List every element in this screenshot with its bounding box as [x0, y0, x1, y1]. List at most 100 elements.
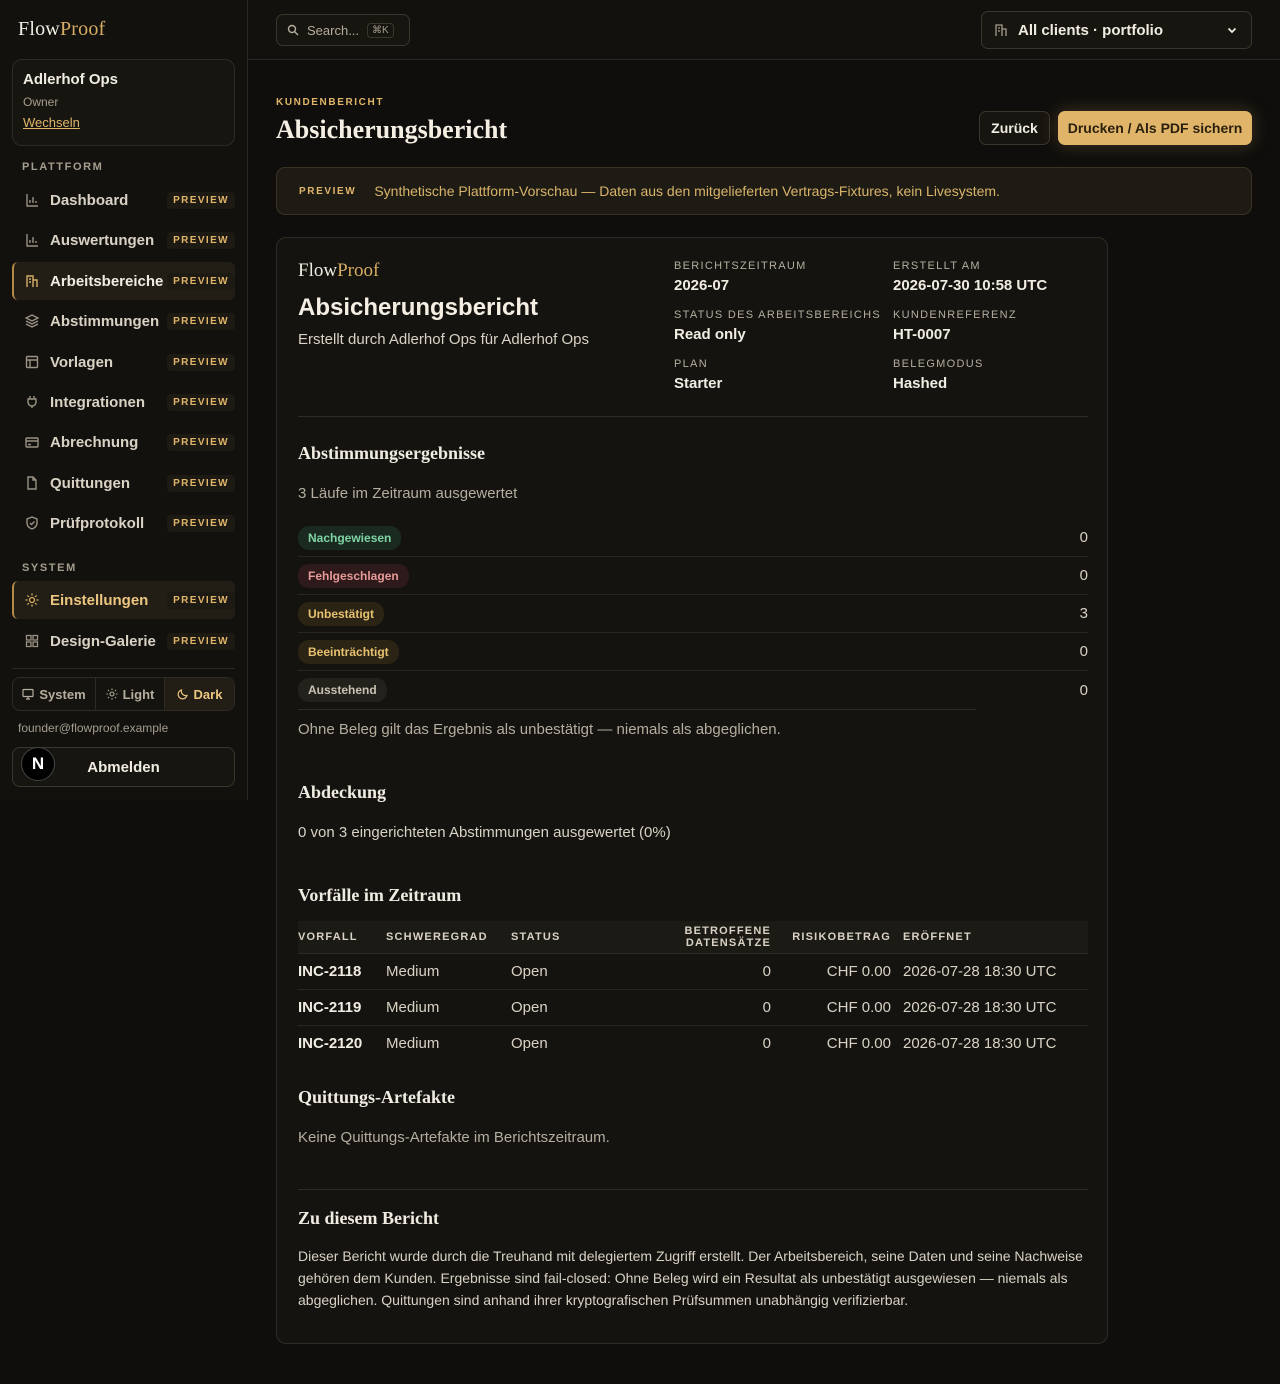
search-input[interactable]: Search... ⌘K — [276, 14, 410, 46]
incidents-table: VORFALL SCHWEREGRAD STATUS BETROFFENE DA… — [298, 921, 1088, 1061]
report-card: FlowProof Absicherungsbericht Erstellt d… — [276, 237, 1108, 1344]
sidebar: FlowProof Adlerhof Ops Owner Wechseln PL… — [0, 0, 248, 800]
meta-value: 2026-07-30 10:58 UTC — [893, 277, 1048, 294]
meta-proof-mode: BELEGMODUS Hashed — [893, 358, 984, 392]
table-row: INC-2118 Medium Open 0 CHF 0.00 2026-07-… — [298, 953, 1088, 990]
incident-severity: Medium — [386, 1034, 440, 1052]
chart-icon — [24, 232, 40, 248]
sidebar-item-design-galerie[interactable]: Design-Galerie PREVIEW — [12, 622, 235, 660]
client-select[interactable]: All clients · portfolio — [981, 11, 1252, 49]
sidebar-item-einstellungen[interactable]: Einstellungen PREVIEW — [12, 581, 235, 619]
results-heading: Abstimmungsergebnisse — [298, 443, 486, 463]
theme-option-system[interactable]: System — [13, 678, 96, 710]
preview-badge: PREVIEW — [167, 474, 235, 492]
meta-workspace-status: STATUS DES ARBEITSBEREICHS Read only — [674, 309, 881, 343]
preview-badge: PREVIEW — [167, 433, 235, 451]
about-text: Dieser Bericht wurde durch die Treuhand … — [298, 1248, 1083, 1308]
divider — [298, 709, 976, 710]
divider — [298, 1189, 1088, 1190]
incident-risk: CHF 0.00 — [787, 953, 903, 990]
sidebar-item-pruefprotokoll[interactable]: Prüfprotokoll PREVIEW — [12, 504, 235, 542]
template-icon — [24, 354, 40, 370]
org-switch-link[interactable]: Wechseln — [23, 115, 80, 130]
sidebar-item-label: Prüfprotokoll — [50, 514, 145, 532]
card-icon — [24, 434, 40, 450]
back-button[interactable]: Zurück — [979, 111, 1050, 145]
brand-logo[interactable]: FlowProof — [18, 18, 105, 41]
monitor-icon — [22, 688, 34, 700]
result-row-pending: Ausstehend 0 — [298, 671, 1088, 709]
incident-id[interactable]: INC-2118 — [298, 953, 386, 990]
divider — [298, 416, 1088, 417]
search-shortcut: ⌘K — [367, 22, 394, 38]
sidebar-item-label: Vorlagen — [50, 353, 114, 371]
status-badge: Ausstehend — [298, 678, 387, 702]
brand-part2: Proof — [337, 260, 380, 281]
meta-value: HT-0007 — [893, 326, 951, 343]
theme-option-dark[interactable]: Dark — [165, 678, 234, 710]
print-pdf-button[interactable]: Drucken / Als PDF sichern — [1058, 111, 1252, 145]
sidebar-item-label: Design-Galerie — [50, 632, 156, 650]
theme-switch: System Light Dark — [12, 677, 235, 711]
incident-risk: CHF 0.00 — [787, 989, 903, 1026]
preview-badge: PREVIEW — [167, 231, 235, 249]
org-card: Adlerhof Ops Owner Wechseln — [12, 59, 235, 146]
meta-created: ERSTELLT AM 2026-07-30 10:58 UTC — [893, 260, 1047, 294]
sidebar-item-label: Quittungen — [50, 474, 130, 492]
sidebar-item-label: Abstimmungen — [50, 312, 160, 330]
sidebar-item-integrationen[interactable]: Integrationen PREVIEW — [12, 383, 235, 421]
preview-badge: PREVIEW — [167, 393, 235, 411]
incidents-heading: Vorfälle im Zeitraum — [298, 885, 462, 905]
results-summary: 3 Läufe im Zeitraum ausgewertet — [298, 485, 518, 502]
report-subtitle: Erstellt durch Adlerhof Ops für Adlerhof… — [298, 331, 589, 348]
receipts-text: Keine Quittungs-Artefakte im Berichtszei… — [298, 1129, 610, 1146]
sidebar-item-vorlagen[interactable]: Vorlagen PREVIEW — [12, 343, 235, 381]
incident-status: Open — [511, 989, 599, 1026]
file-icon — [24, 475, 40, 491]
report-brand-logo: FlowProof — [298, 260, 379, 282]
meta-period: BERICHTSZEITRAUM 2026-07 — [674, 260, 807, 294]
sidebar-divider — [12, 668, 235, 669]
meta-label: BERICHTSZEITRAUM — [674, 260, 807, 272]
sidebar-item-dashboard[interactable]: Dashboard PREVIEW — [12, 181, 235, 219]
incident-id[interactable]: INC-2119 — [298, 989, 386, 1026]
brand-part2: Proof — [59, 18, 106, 40]
incident-severity: Medium — [386, 953, 511, 990]
meta-label: ERSTELLT AM — [893, 260, 981, 272]
column-header: VORFALL — [298, 921, 386, 954]
meta-label: PLAN — [674, 358, 708, 370]
avatar[interactable]: N — [21, 747, 55, 781]
preview-badge: PREVIEW — [167, 353, 235, 371]
column-header: RISIKOBETRAG — [787, 921, 903, 954]
meta-value: Read only — [674, 326, 746, 343]
sidebar-item-abstimmungen[interactable]: Abstimmungen PREVIEW — [12, 302, 235, 340]
sidebar-item-quittungen[interactable]: Quittungen PREVIEW — [12, 464, 235, 502]
incident-records: 0 — [762, 1034, 771, 1052]
preview-badge: PREVIEW — [167, 191, 235, 209]
sidebar-item-label: Integrationen — [50, 393, 146, 411]
meta-value: Starter — [674, 375, 723, 392]
incident-records: 0 — [599, 989, 787, 1026]
status-count: 0 — [1079, 681, 1088, 699]
status-badge: Fehlgeschlagen — [298, 563, 409, 588]
column-header: SCHWEREGRAD — [386, 921, 511, 954]
incident-id[interactable]: INC-2120 — [298, 1025, 386, 1061]
layers-icon — [24, 313, 40, 329]
about-heading: Zu diesem Bericht — [298, 1208, 439, 1228]
org-name: Adlerhof Ops — [23, 71, 119, 88]
sun-icon — [106, 688, 118, 700]
client-select-value: All clients · portfolio — [1018, 21, 1163, 39]
user-email: founder@flowproof.example — [18, 721, 169, 735]
sidebar-item-arbeitsbereiche[interactable]: Arbeitsbereiche PREVIEW — [12, 262, 235, 300]
meta-plan: PLAN Starter — [674, 358, 722, 392]
meta-value: 2026-07 — [674, 277, 730, 294]
sidebar-item-auswertungen[interactable]: Auswertungen PREVIEW — [12, 221, 235, 259]
sidebar-item-abrechnung[interactable]: Abrechnung PREVIEW — [12, 423, 235, 461]
results-note: Ohne Beleg gilt das Ergebnis als unbestä… — [298, 721, 781, 738]
status-count: 0 — [1079, 567, 1088, 584]
topbar: Search... ⌘K All clients · portfolio — [248, 0, 1280, 60]
incident-records: 0 — [599, 953, 787, 990]
preview-badge: PREVIEW — [167, 514, 235, 532]
status-badge: Nachgewiesen — [298, 525, 402, 550]
theme-option-light[interactable]: Light — [96, 678, 165, 710]
